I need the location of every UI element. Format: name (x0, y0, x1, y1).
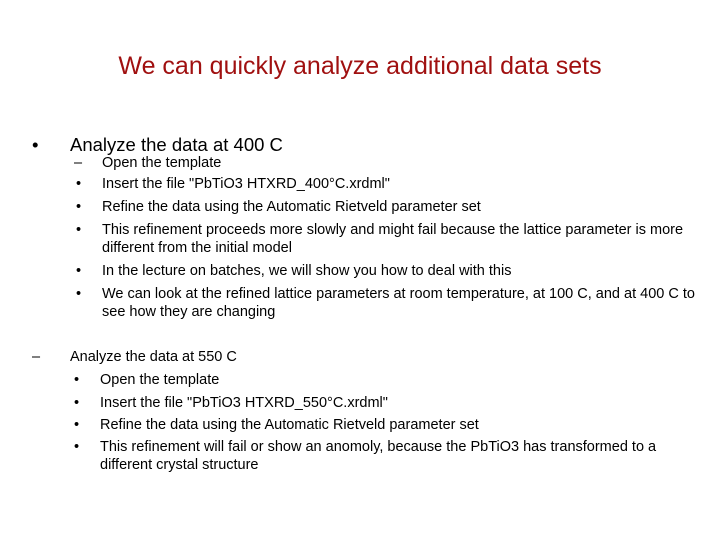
section1-heading: Analyze the data at 400 C (70, 134, 283, 155)
list-item-text: Refine the data using the Automatic Riet… (102, 199, 481, 215)
bullet-icon: • (32, 134, 39, 155)
list-item: • In the lecture on batches, we will sho… (74, 262, 511, 280)
dash-icon: – (74, 155, 83, 171)
bullet-icon: • (74, 439, 80, 455)
bullet-icon: • (76, 222, 82, 238)
list-item: • Refine the data using the Automatic Ri… (74, 416, 479, 434)
dash-icon: – (32, 349, 41, 365)
list-item: • This refinement proceeds more slowly a… (74, 221, 692, 257)
list-item: • This refinement will fail or show an a… (74, 438, 660, 474)
list-item: – Open the template (74, 154, 221, 172)
list-item-text: This refinement proceeds more slowly and… (102, 222, 684, 256)
list-item: • Refine the data using the Automatic Ri… (74, 198, 481, 216)
slide-title: We can quickly analyze additional data s… (118, 52, 602, 80)
list-item-text: In the lecture on batches, we will show … (102, 263, 512, 279)
list-item: • Insert the file "PbTiO3 HTXRD_550°C.xr… (74, 394, 388, 412)
list-item: • Open the template (74, 371, 219, 389)
list-item: • Insert the file "PbTiO3 HTXRD_400°C.xr… (74, 175, 390, 193)
bullet-icon: • (74, 372, 80, 388)
bullet-icon: • (76, 199, 82, 215)
bullet-icon: • (76, 176, 82, 192)
bullet-icon: • (76, 263, 82, 279)
list-item-text: We can look at the refined lattice param… (102, 286, 695, 320)
list-item-text: Open the template (102, 155, 222, 171)
list-item-text: Open the template (100, 372, 220, 388)
list-item-text: Refine the data using the Automatic Riet… (100, 417, 479, 433)
bullet-icon: • (76, 286, 82, 302)
section1-heading-row: • Analyze the data at 400 C (32, 134, 283, 156)
list-item-text: Insert the file "PbTiO3 HTXRD_550°C.xrdm… (100, 395, 388, 411)
bullet-icon: • (74, 395, 80, 411)
list-item-text: This refinement will fail or show an ano… (100, 439, 657, 473)
list-item-text: Insert the file "PbTiO3 HTXRD_400°C.xrdm… (102, 176, 390, 192)
list-item: • We can look at the refined lattice par… (74, 285, 702, 321)
bullet-icon: • (74, 417, 80, 433)
section2-heading-row: – Analyze the data at 550 C (32, 348, 237, 366)
section2-heading: Analyze the data at 550 C (70, 349, 237, 365)
